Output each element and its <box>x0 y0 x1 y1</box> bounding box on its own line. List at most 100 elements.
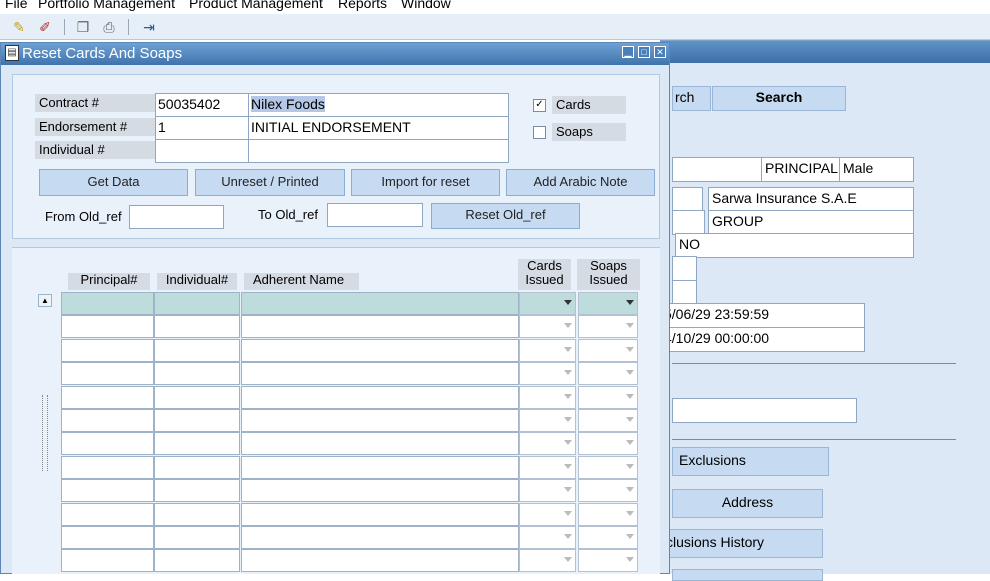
adherent-name-cell[interactable] <box>241 526 519 549</box>
menu-file[interactable]: File <box>5 0 28 11</box>
cards-issued-dropdown[interactable] <box>519 362 576 386</box>
bg-small-field-2[interactable] <box>672 280 697 305</box>
menu-reports[interactable]: Reports <box>338 0 387 11</box>
principal-cell[interactable] <box>61 385 154 409</box>
adherent-name-cell[interactable] <box>241 315 519 339</box>
soaps-issued-dropdown[interactable] <box>578 549 638 573</box>
search-partial-button[interactable]: rch <box>672 86 711 111</box>
bg-empty-field-3[interactable] <box>672 398 857 423</box>
minimize-icon[interactable]: ▁ <box>622 46 634 58</box>
individual-cell[interactable] <box>154 455 240 479</box>
copy-icon[interactable]: ❐ <box>74 18 92 36</box>
contract-no-field[interactable]: 50035402 <box>155 93 251 117</box>
bg-code-field-2[interactable] <box>672 210 705 235</box>
principal-cell[interactable] <box>61 338 154 362</box>
adherent-name-cell[interactable] <box>241 479 519 503</box>
reset-old-ref-button[interactable]: Reset Old_ref <box>431 203 580 229</box>
date-from-field[interactable]: 5/06/29 23:59:59 <box>660 303 865 328</box>
principal-cell[interactable] <box>61 455 154 479</box>
cards-issued-dropdown[interactable] <box>519 385 576 409</box>
adherent-name-cell[interactable] <box>241 455 519 479</box>
adherent-name-cell[interactable] <box>241 292 519 315</box>
clear-icon[interactable]: ✐ <box>36 18 54 36</box>
cards-issued-dropdown[interactable] <box>519 409 576 432</box>
soaps-issued-dropdown[interactable] <box>578 362 638 386</box>
principal-cell[interactable] <box>61 292 154 315</box>
adherent-name-cell[interactable] <box>241 549 519 573</box>
bg-code-field[interactable] <box>672 187 703 212</box>
menu-product-management[interactable]: Product Management <box>189 0 323 11</box>
bg-empty-field[interactable] <box>672 157 765 182</box>
cards-issued-dropdown[interactable] <box>519 292 576 315</box>
endorsement-name-field[interactable]: INITIAL ENDORSEMENT <box>248 116 509 140</box>
gender-field[interactable]: Male <box>839 157 914 182</box>
individual-cell[interactable] <box>154 362 240 386</box>
add-arabic-note-button[interactable]: Add Arabic Note <box>506 169 655 196</box>
soaps-issued-dropdown[interactable] <box>578 479 638 503</box>
endorsement-no-field[interactable]: 1 <box>155 116 251 140</box>
adherent-name-cell[interactable] <box>241 432 519 456</box>
individual-cell[interactable] <box>154 409 240 432</box>
unreset-printed-button[interactable]: Unreset / Printed <box>195 169 345 196</box>
individual-name-field[interactable] <box>248 139 509 163</box>
from-old-ref-field[interactable] <box>129 205 224 229</box>
principal-cell[interactable] <box>61 502 154 526</box>
individual-cell[interactable] <box>154 526 240 549</box>
cards-issued-dropdown[interactable] <box>519 479 576 503</box>
adherent-name-cell[interactable] <box>241 502 519 526</box>
cards-issued-dropdown[interactable] <box>519 526 576 549</box>
insurer-field[interactable]: Sarwa Insurance S.A.E <box>708 187 914 212</box>
soaps-issued-dropdown[interactable] <box>578 432 638 456</box>
contract-name-field[interactable]: Nilex Foods <box>248 93 509 117</box>
save-icon[interactable]: ✎ <box>10 18 28 36</box>
menu-window[interactable]: Window <box>401 0 451 11</box>
principal-cell[interactable] <box>61 362 154 386</box>
cards-issued-dropdown[interactable] <box>519 502 576 526</box>
to-old-ref-field[interactable] <box>327 203 423 227</box>
cards-issued-dropdown[interactable] <box>519 549 576 573</box>
bg-button-cut[interactable] <box>672 569 823 581</box>
get-data-button[interactable]: Get Data <box>39 169 188 196</box>
individual-cell[interactable] <box>154 338 240 362</box>
adherent-name-cell[interactable] <box>241 338 519 362</box>
principal-cell[interactable] <box>61 409 154 432</box>
principal-cell[interactable] <box>61 526 154 549</box>
soaps-issued-dropdown[interactable] <box>578 526 638 549</box>
principal-cell[interactable] <box>61 315 154 339</box>
menu-portfolio-management[interactable]: Portfolio Management <box>38 0 175 11</box>
individual-cell[interactable] <box>154 385 240 409</box>
individual-cell[interactable] <box>154 502 240 526</box>
soaps-issued-dropdown[interactable] <box>578 409 638 432</box>
type-field[interactable]: GROUP <box>708 210 914 235</box>
cards-issued-dropdown[interactable] <box>519 338 576 362</box>
maximize-icon[interactable]: □ <box>638 46 650 58</box>
individual-cell[interactable] <box>154 432 240 456</box>
cards-issued-dropdown[interactable] <box>519 432 576 456</box>
individual-cell[interactable] <box>154 292 240 315</box>
import-for-reset-button[interactable]: Import for reset <box>351 169 500 196</box>
individual-no-field[interactable] <box>155 139 251 163</box>
cards-checkbox[interactable]: ✓ <box>533 99 546 112</box>
cards-issued-dropdown[interactable] <box>519 315 576 339</box>
exclusions-button[interactable]: Exclusions <box>672 447 829 476</box>
scrollbar-grip[interactable] <box>42 395 48 471</box>
soaps-issued-dropdown[interactable] <box>578 338 638 362</box>
exclusions-history-button[interactable]: clusions History <box>665 529 823 558</box>
soaps-issued-dropdown[interactable] <box>578 292 638 315</box>
adherent-name-cell[interactable] <box>241 385 519 409</box>
principal-cell[interactable] <box>61 549 154 573</box>
flag-field[interactable]: NO <box>675 233 914 258</box>
adherent-name-cell[interactable] <box>241 362 519 386</box>
principal-cell[interactable] <box>61 432 154 456</box>
adherent-name-cell[interactable] <box>241 409 519 432</box>
soaps-issued-dropdown[interactable] <box>578 502 638 526</box>
soaps-issued-dropdown[interactable] <box>578 315 638 339</box>
individual-cell[interactable] <box>154 479 240 503</box>
search-button[interactable]: Search <box>712 86 846 111</box>
bg-small-field[interactable] <box>672 256 697 281</box>
soaps-checkbox[interactable] <box>533 126 546 139</box>
scroll-up-icon[interactable]: ▲ <box>38 294 52 307</box>
cards-issued-dropdown[interactable] <box>519 455 576 479</box>
print-icon[interactable]: ⎙ <box>100 18 118 36</box>
date-to-field[interactable]: 4/10/29 00:00:00 <box>660 327 865 352</box>
